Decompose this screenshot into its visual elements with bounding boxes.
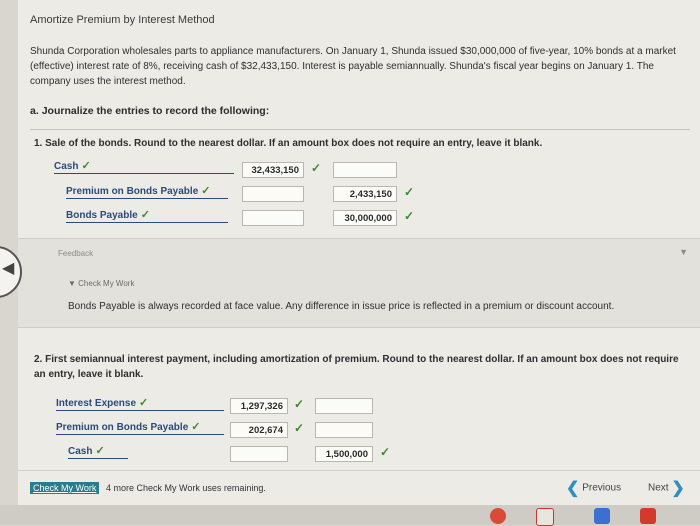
q2-text: First semiannual interest payment, inclu… [34,354,679,380]
q2-cash-debit-input[interactable] [230,446,288,462]
divider [30,129,690,130]
taskbar [0,505,700,526]
arrow-left-icon: ◀ [2,260,15,277]
q1-account-premium[interactable]: Premium on Bonds Payable ✓ [66,184,228,199]
feedback-panel: Feedback ▼ ▼ Check My Work Bonds Payable… [18,238,700,328]
gmail-icon[interactable] [536,508,554,526]
q1-account-cash[interactable]: Cash ✓ [54,159,234,174]
q1-account-premium-label: Premium on Bonds Payable [66,186,199,197]
checkmark-icon: ✓ [294,421,305,435]
q2-account-cash[interactable]: Cash ✓ [68,444,128,459]
checkmark-icon: ✓ [95,445,105,457]
q2-premium-debit-input[interactable]: 202,674 [230,422,288,438]
assignment-page: Amortize Premium by Interest Method Shun… [18,0,700,505]
previous-label: Previous [582,482,622,494]
problem-intro: Shunda Corporation wholesales parts to a… [30,46,676,87]
chrome-icon[interactable] [490,508,506,524]
q1-premium-credit-input[interactable]: 2,433,150 [333,186,397,202]
q1-text: Sale of the bonds. Round to the nearest … [45,138,543,149]
q2-prompt: 2. First semiannual interest payment, in… [34,352,689,382]
q1-bonds-debit-input[interactable] [242,210,304,226]
feedback-text: Bonds Payable is always recorded at face… [68,301,615,312]
q1-cash-credit-input[interactable] [333,162,397,178]
checkmark-icon: ✓ [191,421,201,433]
part-a-heading: a. Journalize the entries to record the … [30,105,269,117]
previous-button[interactable]: ❮ Previous [566,478,621,498]
checkmark-icon: ✓ [404,185,415,199]
q1-number: 1. [34,138,43,149]
chevron-right-icon: ❯ [671,480,685,497]
footer-bar: Check My Work 4 more Check My Work uses … [18,470,700,505]
q2-account-interest-expense-label: Interest Expense [56,398,137,409]
checkmark-icon: ✓ [139,397,149,409]
part-a-text: Journalize the entries to record the fol… [41,105,270,117]
next-button[interactable]: Next ❯ [648,478,685,498]
q2-account-premium[interactable]: Premium on Bonds Payable ✓ [56,420,224,435]
checkmark-icon: ✓ [380,445,391,459]
youtube-icon[interactable] [640,508,656,524]
q1-account-cash-label: Cash [54,161,79,172]
checkmark-icon: ✓ [404,209,415,223]
q2-interest-debit-input[interactable]: 1,297,326 [230,398,288,414]
q2-account-interest-expense[interactable]: Interest Expense ✓ [56,396,224,411]
check-my-work-button[interactable]: Check My Work [30,482,100,494]
check-my-work-toggle[interactable]: ▼ Check My Work [68,279,134,288]
q2-number: 2. [34,354,43,365]
check-my-work-remaining: 4 more Check My Work uses remaining. [106,483,266,493]
q2-cash-credit-input[interactable]: 1,500,000 [315,446,373,462]
problem-title: Amortize Premium by Interest Method [30,14,215,26]
q2-account-premium-label: Premium on Bonds Payable [56,422,189,433]
q2-premium-credit-input[interactable] [315,422,373,438]
chevron-down-icon[interactable]: ▼ [679,247,688,257]
checkmark-icon: ✓ [311,161,322,175]
q1-bonds-credit-input[interactable]: 30,000,000 [333,210,397,226]
check-my-work-label: Check My Work [78,279,135,288]
docs-icon[interactable] [594,508,610,524]
checkmark-icon: ✓ [140,209,150,221]
feedback-label: Feedback [58,249,94,258]
q1-cash-debit-input[interactable]: 32,433,150 [242,162,304,178]
checkmark-icon: ✓ [294,397,305,411]
q1-account-bonds-payable-label: Bonds Payable [66,210,138,221]
q2-account-cash-label: Cash [68,446,93,457]
part-a-label: a. [30,105,39,117]
checkmark-icon: ✓ [81,160,91,172]
q1-account-bonds-payable[interactable]: Bonds Payable ✓ [66,208,228,223]
q1-premium-debit-input[interactable] [242,186,304,202]
checkmark-icon: ✓ [201,185,211,197]
chevron-left-icon: ❮ [566,480,580,497]
q1-prompt: 1. Sale of the bonds. Round to the neare… [34,136,674,151]
q2-interest-credit-input[interactable] [315,398,373,414]
next-label: Next [648,482,669,494]
